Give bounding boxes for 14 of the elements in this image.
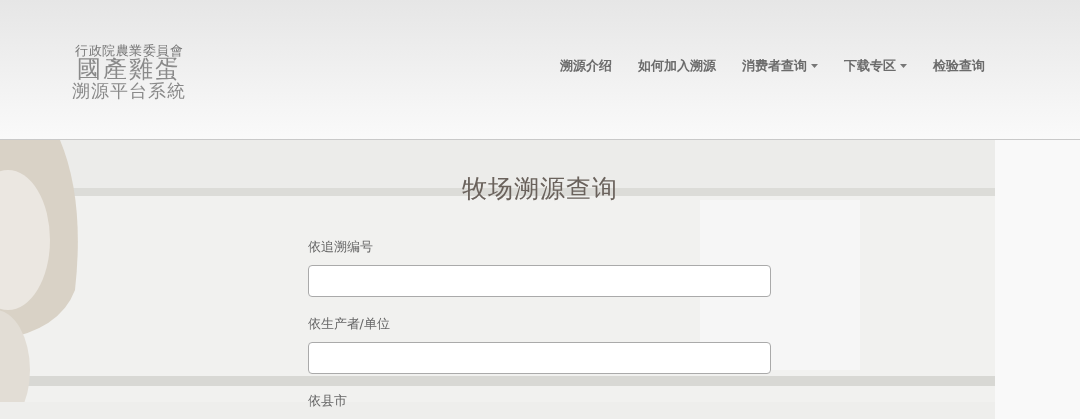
input-field[interactable] <box>307 265 771 297</box>
logo[interactable]: 行政院農業委員會 國產雞蛋 溯源平台系統 <box>72 43 186 102</box>
nav-link[interactable]: 溯源介绍 <box>560 56 612 75</box>
nav-link[interactable]: 如何加入溯源 <box>638 56 716 75</box>
field-label: 依追溯编号 <box>307 239 374 256</box>
nav-dropdown[interactable]: 下载专区 <box>844 56 907 75</box>
caret-icon <box>811 63 818 68</box>
nav-dropdown[interactable]: 消费者查询 <box>742 56 818 75</box>
page-title: 牧场溯源查询 <box>462 173 618 205</box>
field-label: 依生产者/单位 <box>307 316 391 333</box>
caret-icon <box>900 63 907 68</box>
nav-link[interactable]: 检验查询 <box>933 56 985 75</box>
field-label: 依县市 <box>307 393 348 410</box>
input-field[interactable] <box>307 342 771 374</box>
